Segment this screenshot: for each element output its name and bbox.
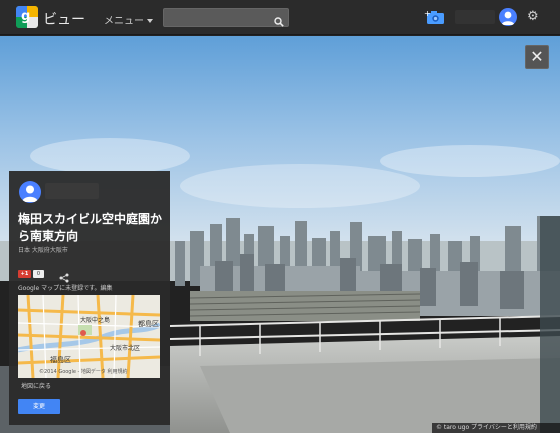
- avatar[interactable]: [19, 181, 41, 203]
- back-to-map-link[interactable]: 地図に戻る: [21, 381, 51, 390]
- place-title: 梅田スカイビル空中庭園から南東方向: [18, 212, 163, 243]
- map-copyright: ©2014 Google - 地図データ 利用規約: [39, 369, 128, 375]
- app-title: ビュー: [43, 12, 85, 28]
- author-name[interactable]: [45, 183, 99, 199]
- svg-text:+: +: [424, 9, 431, 18]
- map-label: 福島区: [50, 356, 71, 364]
- user-name: [455, 10, 495, 24]
- gear-icon[interactable]: ⚙: [527, 10, 539, 24]
- map-label: 大阪中之島: [80, 317, 111, 324]
- search-icon[interactable]: [274, 12, 284, 31]
- top-bar: g ビュー メニュー + ⚙: [0, 0, 560, 35]
- attribution-footer[interactable]: © taro ugo プライバシーと利用規約: [432, 423, 560, 433]
- add-photo-camera-icon[interactable]: +: [424, 9, 446, 29]
- mini-map[interactable]: 大阪中之島 都島区 福島区 大阪市北区: [18, 295, 160, 378]
- plus-one-button[interactable]: +1: [18, 270, 31, 278]
- map-label: 都島区: [138, 320, 159, 328]
- mini-map-image: [18, 295, 160, 378]
- menu-dropdown[interactable]: メニュー: [104, 12, 153, 27]
- place-address: 日本 大阪府大阪市: [18, 247, 68, 254]
- edit-button[interactable]: 変更: [18, 399, 60, 414]
- google-maps-logo[interactable]: g: [16, 6, 38, 28]
- map-label: 大阪市北区: [110, 345, 141, 352]
- menu-label: メニュー: [104, 16, 144, 27]
- avatar[interactable]: [499, 8, 517, 26]
- search-box[interactable]: [163, 8, 289, 27]
- close-icon[interactable]: ✕: [525, 45, 549, 69]
- chevron-down-icon: [147, 19, 153, 23]
- search-input[interactable]: [164, 9, 269, 26]
- info-card: 梅田スカイビル空中庭園から南東方向 日本 大阪府大阪市 +1 0 Google …: [9, 171, 170, 425]
- map-note[interactable]: Google マップに未登録です。編集: [18, 283, 112, 292]
- plus-one-count: 0: [33, 270, 44, 278]
